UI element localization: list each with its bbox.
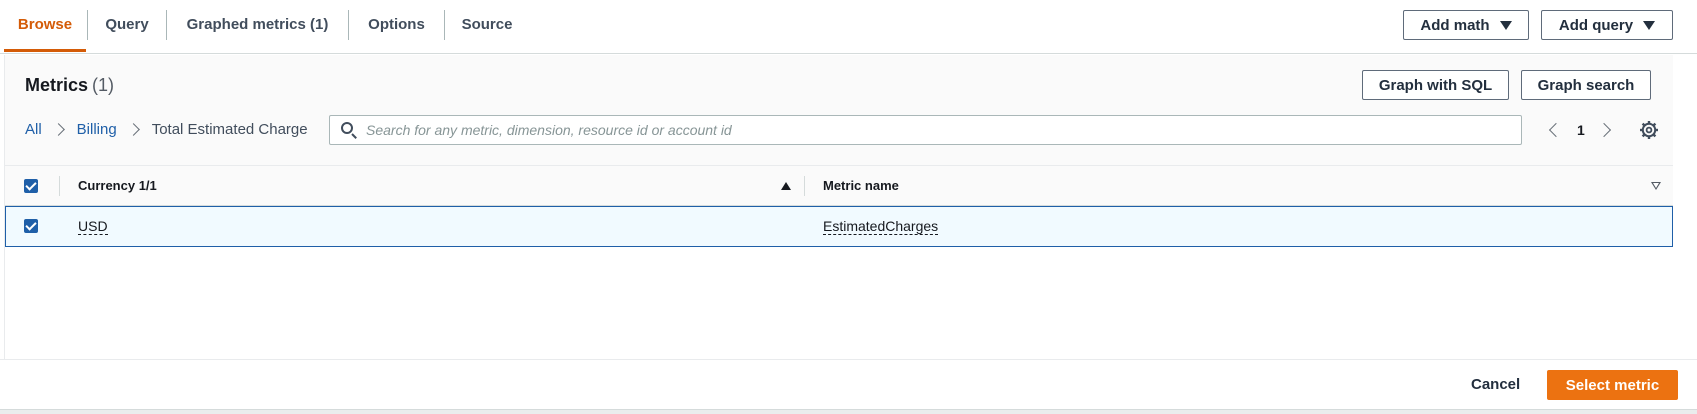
column-divider[interactable]: [804, 176, 805, 196]
column-header-metric-name[interactable]: Metric name: [823, 166, 899, 206]
gear-icon[interactable]: [1639, 120, 1659, 140]
caret-down-icon: [1643, 20, 1656, 30]
title-text: Metrics: [25, 75, 89, 95]
breadcrumb: All Billing Total Estimated Charge: [25, 121, 308, 138]
divider: [0, 409, 1697, 414]
tab-bar: Browse Query Graphed metrics (1) Options…: [0, 0, 1697, 54]
panel-header: Metrics (1) Graph with SQL Graph search A…: [5, 55, 1673, 166]
select-metric-button[interactable]: Select metric: [1547, 370, 1678, 400]
select-all-checkbox[interactable]: [24, 179, 38, 193]
tab-options[interactable]: Options: [349, 0, 444, 52]
graph-with-sql-button[interactable]: Graph with SQL: [1362, 70, 1509, 100]
add-query-button[interactable]: Add query: [1541, 10, 1673, 40]
sort-ascending-icon[interactable]: [781, 182, 791, 190]
breadcrumb-current: Total Estimated Charge: [151, 121, 308, 138]
graph-search-button[interactable]: Graph search: [1521, 70, 1651, 100]
add-math-label: Add math: [1420, 16, 1490, 34]
add-query-label: Add query: [1558, 16, 1634, 34]
page-title: Metrics (1): [25, 75, 114, 96]
search-icon: [338, 119, 360, 141]
cell-metric-name: EstimatedCharges: [823, 207, 939, 246]
search-input[interactable]: [366, 117, 1521, 143]
footer: Cancel Select metric: [0, 359, 1697, 409]
row-checkbox[interactable]: [24, 219, 38, 233]
column-divider: [59, 176, 60, 196]
caret-down-icon: [1499, 20, 1512, 30]
chevron-right-icon[interactable]: [1597, 115, 1617, 145]
breadcrumb-all[interactable]: All: [25, 121, 42, 138]
tab-browse[interactable]: Browse: [4, 0, 86, 52]
tab-graphed-metrics[interactable]: Graphed metrics (1): [167, 0, 348, 52]
graph-with-sql-label: Graph with SQL: [1378, 76, 1493, 94]
tab-source[interactable]: Source: [445, 0, 529, 52]
title-count: (1): [92, 75, 115, 95]
search-box: [329, 115, 1522, 145]
add-math-button[interactable]: Add math: [1403, 10, 1529, 40]
metrics-panel: Metrics (1) Graph with SQL Graph search A…: [4, 55, 1673, 359]
table-row[interactable]: USD EstimatedCharges: [5, 206, 1673, 247]
page-number[interactable]: 1: [1577, 122, 1585, 138]
pagination: 1: [1545, 115, 1617, 145]
column-header-currency[interactable]: Currency 1/1: [78, 166, 157, 206]
graph-search-label: Graph search: [1537, 76, 1635, 94]
cancel-button[interactable]: Cancel: [1455, 368, 1536, 402]
table-header: Currency 1/1 Metric name: [5, 166, 1673, 206]
tab-query[interactable]: Query: [88, 0, 166, 52]
metric-name-value[interactable]: EstimatedCharges: [823, 218, 939, 235]
sort-toggle-icon[interactable]: [1651, 182, 1661, 190]
breadcrumb-billing[interactable]: Billing: [77, 121, 117, 138]
chevron-right-icon: [126, 123, 140, 136]
currency-value[interactable]: USD: [78, 218, 108, 235]
cell-currency: USD: [78, 207, 108, 246]
chevron-right-icon: [51, 123, 65, 136]
chevron-left-icon[interactable]: [1545, 115, 1565, 145]
